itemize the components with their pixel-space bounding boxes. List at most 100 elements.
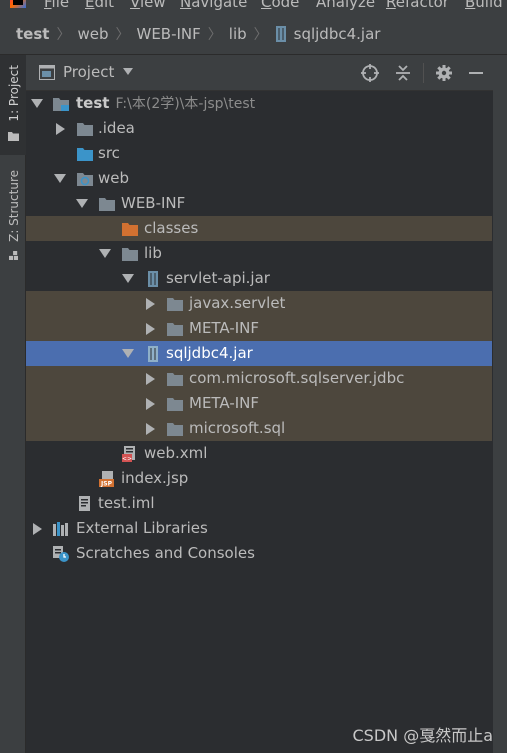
menu-refactor[interactable]: Refactor — [386, 0, 449, 12]
expand-arrow-icon[interactable] — [98, 241, 112, 266]
excluded-folder-icon — [122, 223, 138, 236]
tree-node-scratches-and-consoles[interactable]: Scratches and Consoles — [26, 541, 492, 566]
tree-node-microsoft-sql[interactable]: microsoft.sql — [26, 416, 492, 441]
menu-navigate[interactable]: Navigate — [180, 0, 247, 12]
tool-tab-project[interactable]: 1: Project — [0, 55, 26, 155]
web-folder-icon — [77, 173, 93, 186]
tree-node-lib[interactable]: lib — [26, 241, 492, 266]
expand-arrow-icon[interactable] — [53, 116, 67, 141]
breadcrumb-test[interactable]: test — [16, 25, 49, 43]
minimize-icon[interactable] — [466, 63, 486, 83]
menu-view[interactable]: View — [130, 0, 166, 12]
tree-node-servlet-api-jar[interactable]: servlet-api.jar — [26, 266, 492, 291]
folder-icon — [167, 323, 183, 336]
menu-code[interactable]: Code — [261, 0, 299, 12]
watermark: CSDN @戛然而止a — [352, 726, 493, 745]
tool-tab-project-label: 1: Project — [7, 65, 21, 122]
tree-node-javax-servlet[interactable]: javax.servlet — [26, 291, 492, 316]
tree-node-com-microsoft-sqlserver-jdbc[interactable]: com.microsoft.sqlserver.jdbc — [26, 366, 492, 391]
scrollbar-track[interactable] — [493, 55, 507, 753]
menu-file[interactable]: File — [44, 0, 69, 12]
expand-arrow-icon[interactable] — [143, 316, 157, 341]
folder-icon — [167, 398, 183, 411]
breadcrumb-lib[interactable]: lib — [229, 25, 247, 43]
tree-node-test-iml[interactable]: test.iml — [26, 491, 492, 516]
libraries-icon — [53, 522, 68, 536]
module-folder-icon — [53, 98, 69, 111]
folder-icon — [167, 298, 183, 311]
jar-icon — [275, 25, 286, 42]
tree-node-label: servlet-api.jar — [166, 269, 270, 287]
project-view-icon — [39, 65, 55, 80]
breadcrumb-separator-icon: 〉 — [207, 26, 222, 43]
expand-arrow-icon[interactable] — [121, 341, 135, 366]
tree-node-label: com.microsoft.sqlserver.jdbc — [189, 369, 405, 387]
expand-arrow-icon[interactable] — [143, 391, 157, 416]
tree-node-label: src — [98, 144, 120, 162]
tree-node-label: META-INF — [189, 394, 260, 412]
expand-arrow-icon[interactable] — [143, 416, 157, 441]
project-panel-header: Project — [26, 55, 493, 91]
collapse-all-icon[interactable] — [393, 63, 413, 83]
jar-icon — [148, 271, 158, 287]
svg-text:JSP: JSP — [100, 481, 113, 488]
tree-node-classes[interactable]: classes — [26, 216, 492, 241]
tree-node-label: External Libraries — [76, 519, 208, 537]
project-view-title[interactable]: Project — [63, 63, 114, 81]
navigation-bar: test 〉 web 〉 WEB-INF 〉 lib 〉 sqljdbc4.ja… — [0, 13, 507, 55]
main-menu-bar: File Edit View Navigate Code Analyze Ref… — [0, 0, 507, 13]
folder-icon — [122, 248, 138, 261]
structure-icon — [9, 251, 18, 260]
iml-file-icon — [79, 496, 90, 511]
breadcrumb-web-inf[interactable]: WEB-INF — [136, 25, 200, 43]
tree-node-label: index.jsp — [121, 469, 189, 487]
source-folder-icon — [77, 148, 93, 161]
breadcrumb-separator-icon: 〉 — [56, 26, 71, 43]
tree-node-web-inf[interactable]: WEB-INF — [26, 191, 492, 216]
expand-arrow-icon[interactable] — [143, 291, 157, 316]
tree-node-idea[interactable]: .idea — [26, 116, 492, 141]
tree-node-label: sqljdbc4.jar — [166, 344, 253, 362]
tree-node-label: .idea — [98, 119, 135, 137]
intellij-logo-icon — [10, 0, 26, 8]
expand-arrow-icon[interactable] — [121, 266, 135, 291]
tree-node-external-libraries[interactable]: External Libraries — [26, 516, 492, 541]
expand-arrow-icon[interactable] — [30, 91, 44, 116]
tool-tab-structure[interactable]: Z: Structure — [0, 167, 26, 267]
tree-node-label: web — [98, 169, 130, 187]
tool-tab-structure-label: Z: Structure — [7, 170, 21, 242]
tree-node-label: javax.servlet — [189, 294, 286, 312]
locate-target-icon[interactable] — [360, 63, 380, 83]
breadcrumb-separator-icon: 〉 — [253, 26, 268, 43]
gear-icon[interactable] — [434, 63, 454, 83]
tree-node-index-jsp[interactable]: JSP index.jsp — [26, 466, 492, 491]
menu-edit[interactable]: Edit — [85, 0, 114, 12]
breadcrumb-separator-icon: 〉 — [115, 26, 130, 43]
tree-node-test[interactable]: test F:\本(2学)\本-jsp\test — [26, 91, 492, 116]
tree-node-label: META-INF — [189, 319, 260, 337]
tree-node-label: WEB-INF — [121, 194, 186, 212]
jsp-file-icon: JSP — [99, 471, 114, 488]
expand-arrow-icon[interactable] — [30, 516, 44, 541]
xml-file-icon: <> — [122, 446, 135, 462]
expand-arrow-icon[interactable] — [75, 191, 89, 216]
tree-node-path: F:\本(2学)\本-jsp\test — [115, 96, 256, 112]
header-divider — [423, 63, 424, 83]
tree-node-web-xml[interactable]: <> web.xml — [26, 441, 492, 466]
tree-node-src[interactable]: src — [26, 141, 492, 166]
folder-icon — [8, 132, 19, 141]
breadcrumb-web[interactable]: web — [77, 25, 108, 43]
tree-node-label: microsoft.sql — [189, 419, 286, 437]
tree-node-meta-inf[interactable]: META-INF — [26, 316, 492, 341]
tree-node-sqljdbc4-jar[interactable]: sqljdbc4.jar — [26, 341, 492, 366]
menu-analyze[interactable]: Analyze — [316, 0, 375, 12]
menu-build[interactable]: Build — [465, 0, 503, 12]
expand-arrow-icon[interactable] — [143, 366, 157, 391]
expand-arrow-icon[interactable] — [53, 166, 67, 191]
tree-node-label: classes — [144, 219, 199, 237]
folder-icon — [99, 198, 115, 211]
chevron-down-icon[interactable] — [123, 68, 133, 75]
tree-node-meta-inf[interactable]: META-INF — [26, 391, 492, 416]
tree-node-web[interactable]: web — [26, 166, 492, 191]
breadcrumb-sqljdbc4-jar[interactable]: sqljdbc4.jar — [275, 25, 380, 43]
